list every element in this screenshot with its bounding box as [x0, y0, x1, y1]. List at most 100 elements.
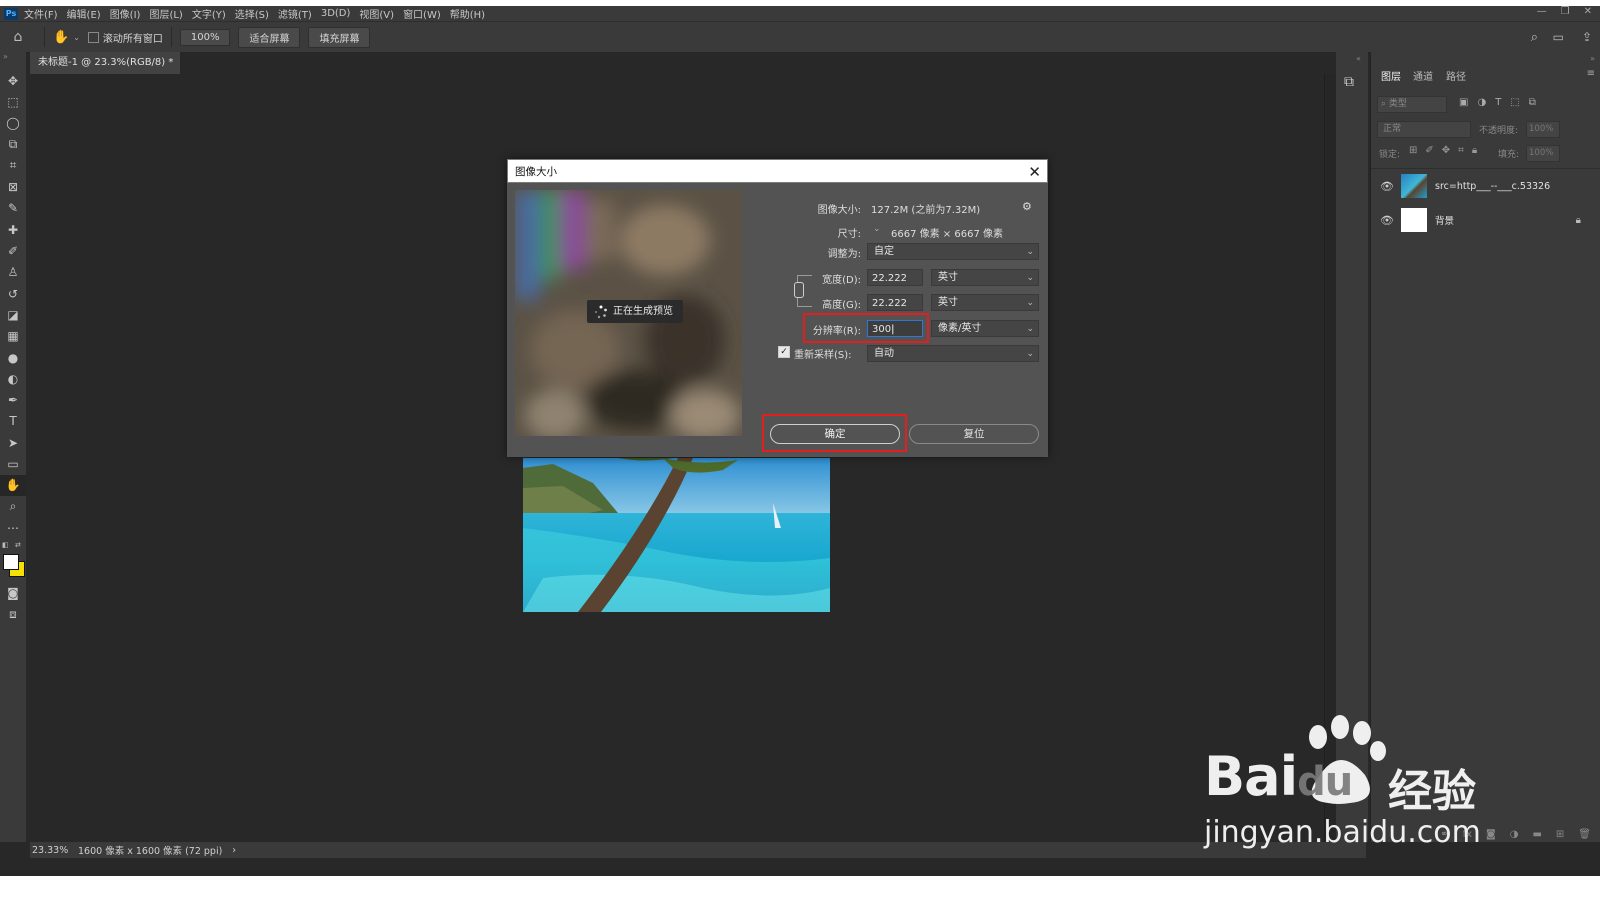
hand-tool-icon[interactable]: ✋ — [0, 474, 26, 496]
search-icon[interactable]: ⌕ — [1531, 30, 1538, 45]
fit-screen-button[interactable]: 适合屏幕 — [238, 26, 301, 48]
opacity-field[interactable]: 100% — [1526, 121, 1560, 138]
layer-filter-dropdown[interactable]: ⌕ 类型 — [1377, 96, 1447, 113]
resample-dropdown[interactable]: 自动 ⌄ — [867, 345, 1039, 362]
dodge-tool-icon[interactable]: ◐ — [0, 368, 26, 389]
zoom-100-button[interactable]: 100% — [179, 28, 231, 46]
marquee-tool-icon[interactable]: ⬚ — [0, 91, 26, 112]
path-select-tool-icon[interactable]: ➤ — [0, 432, 26, 453]
layer-row[interactable]: 👁︎ 背景 🔒︎ — [1371, 204, 1600, 236]
lock-pixels-icon[interactable]: ✐ — [1425, 145, 1433, 156]
visibility-eye-icon[interactable]: 👁︎ — [1377, 180, 1397, 193]
lock-transparent-icon[interactable]: ⊞ — [1409, 145, 1417, 156]
fill-field[interactable]: 100% — [1526, 145, 1560, 162]
share-icon[interactable]: ⇪ — [1582, 30, 1592, 44]
eraser-tool-icon[interactable]: ◪ — [0, 304, 26, 325]
visibility-eye-icon[interactable]: 👁︎ — [1377, 214, 1397, 227]
document-tab[interactable]: 未标题-1 @ 23.3%(RGB/8) * × — [30, 52, 180, 90]
width-unit-dropdown[interactable]: 英寸 ⌄ — [931, 269, 1039, 286]
generating-preview-indicator: 正在生成预览 — [587, 300, 683, 323]
hand-tool-icon[interactable]: ✋ — [53, 30, 69, 45]
lasso-tool-icon[interactable]: ◯ — [0, 113, 26, 134]
type-tool-icon[interactable]: T — [0, 411, 26, 432]
eyedropper-tool-icon[interactable]: ✎ — [0, 198, 26, 219]
menu-image[interactable]: 图像(I) — [110, 6, 141, 21]
stamp-tool-icon[interactable]: ♙ — [0, 262, 26, 283]
layer-row[interactable]: 👁︎ src=http___--___c.53326 — [1371, 170, 1600, 202]
status-arrow-icon[interactable]: › — [232, 845, 236, 856]
menu-window[interactable]: 窗口(W) — [403, 6, 441, 21]
smart-object-filter-icon[interactable]: ⧉ — [1529, 97, 1536, 108]
type-filter-icon[interactable]: T — [1495, 97, 1501, 108]
fill-screen-button[interactable]: 填充屏幕 — [308, 26, 371, 48]
lock-position-icon[interactable]: ✥ — [1442, 145, 1450, 156]
collapse-icon[interactable]: « — [1356, 54, 1361, 63]
new-group-icon[interactable]: ▬ — [1532, 829, 1541, 840]
frame-tool-icon[interactable]: ⊠ — [0, 176, 26, 197]
close-window-icon[interactable]: ✕ — [1584, 6, 1592, 17]
workspace-icon[interactable]: ▭ — [1553, 30, 1564, 44]
screen-mode-icon[interactable]: ⧈ — [0, 604, 26, 625]
restore-icon[interactable]: ❐ — [1561, 6, 1570, 17]
collapse-icon[interactable]: » — [1590, 54, 1595, 63]
width-input[interactable]: 22.222 — [867, 269, 923, 286]
healing-brush-tool-icon[interactable]: ✚ — [0, 219, 26, 240]
tab-layers[interactable]: 图层 — [1381, 68, 1401, 83]
foreground-color-swatch[interactable] — [3, 553, 19, 570]
image-filter-icon[interactable]: ▣ — [1459, 97, 1468, 108]
menu-help[interactable]: 帮助(H) — [450, 6, 485, 21]
menu-select[interactable]: 选择(S) — [235, 6, 269, 21]
height-input[interactable]: 22.222 — [867, 294, 923, 311]
history-panel-icon[interactable]: ⧉ — [1344, 74, 1354, 90]
menu-layer[interactable]: 图层(L) — [149, 6, 182, 21]
default-colors-icon[interactable]: ◧ — [2, 541, 9, 549]
menu-edit[interactable]: 编辑(E) — [67, 6, 101, 21]
resample-checkbox[interactable]: ✓ — [778, 346, 790, 358]
blur-tool-icon[interactable]: ● — [0, 347, 26, 368]
rectangle-tool-icon[interactable]: ▭ — [0, 453, 26, 474]
collapse-icon[interactable]: » — [0, 52, 26, 70]
menu-file[interactable]: 文件(F) — [24, 6, 58, 21]
spinner-icon — [594, 305, 607, 319]
status-zoom[interactable]: 23.33% — [30, 845, 74, 856]
home-icon[interactable]: ⌂ — [0, 29, 36, 45]
image-preview[interactable]: 正在生成预览 — [515, 190, 742, 436]
menu-view[interactable]: 视图(V) — [359, 6, 394, 21]
adjustment-layer-icon[interactable]: ◑ — [1510, 829, 1519, 840]
tab-channels[interactable]: 通道 — [1413, 68, 1433, 83]
shape-filter-icon[interactable]: ⬚ — [1510, 97, 1519, 108]
gradient-tool-icon[interactable]: ▦ — [0, 326, 26, 347]
object-select-tool-icon[interactable]: ⧉ — [0, 134, 26, 155]
tab-paths[interactable]: 路径 — [1446, 68, 1466, 83]
lock-artboard-icon[interactable]: ⌗ — [1458, 145, 1464, 156]
scroll-all-windows-checkbox[interactable] — [87, 31, 99, 43]
swap-colors-icon[interactable]: ⇄ — [15, 541, 21, 549]
reset-button[interactable]: 复位 — [909, 424, 1039, 444]
quick-mask-icon[interactable]: ◙ — [0, 583, 26, 604]
lock-all-icon[interactable]: 🔒︎ — [1472, 145, 1477, 156]
menu-type[interactable]: 文字(Y) — [192, 6, 226, 21]
minimize-icon[interactable]: — — [1537, 6, 1547, 17]
resolution-unit-dropdown[interactable]: 像素/英寸 ⌄ — [931, 320, 1039, 337]
crop-tool-icon[interactable]: ⌗ — [0, 155, 26, 176]
delete-layer-icon[interactable]: 🗑︎ — [1578, 829, 1591, 840]
history-brush-tool-icon[interactable]: ↺ — [0, 283, 26, 304]
settings-gear-icon[interactable]: ⚙ — [1022, 200, 1032, 213]
image-size-label: 图像大小: — [817, 205, 861, 216]
menu-3d[interactable]: 3D(D) — [321, 8, 351, 19]
menu-filter[interactable]: 滤镜(T) — [278, 6, 312, 21]
close-icon[interactable]: ✕ — [1028, 160, 1041, 184]
height-unit-dropdown[interactable]: 英寸 ⌄ — [931, 294, 1039, 311]
fit-to-dropdown[interactable]: 自定 ⌄ — [867, 243, 1039, 260]
brush-tool-icon[interactable]: ✐ — [0, 240, 26, 261]
blend-mode-dropdown[interactable]: 正常 — [1377, 121, 1471, 138]
tool-preset-chevron-down-icon[interactable]: ⌄ — [73, 33, 80, 42]
panel-menu-icon[interactable]: ≡ — [1587, 68, 1595, 79]
adjustment-filter-icon[interactable]: ◑ — [1477, 97, 1486, 108]
pen-tool-icon[interactable]: ✒ — [0, 389, 26, 410]
dimensions-chevron-down-icon[interactable]: ⌄ — [873, 224, 881, 234]
move-tool-icon[interactable]: ✥ — [0, 70, 26, 91]
new-layer-icon[interactable]: ⊞ — [1556, 829, 1564, 840]
zoom-tool-icon[interactable]: ⌕ — [0, 496, 26, 517]
more-tools-icon[interactable]: ⋯ — [0, 517, 26, 538]
